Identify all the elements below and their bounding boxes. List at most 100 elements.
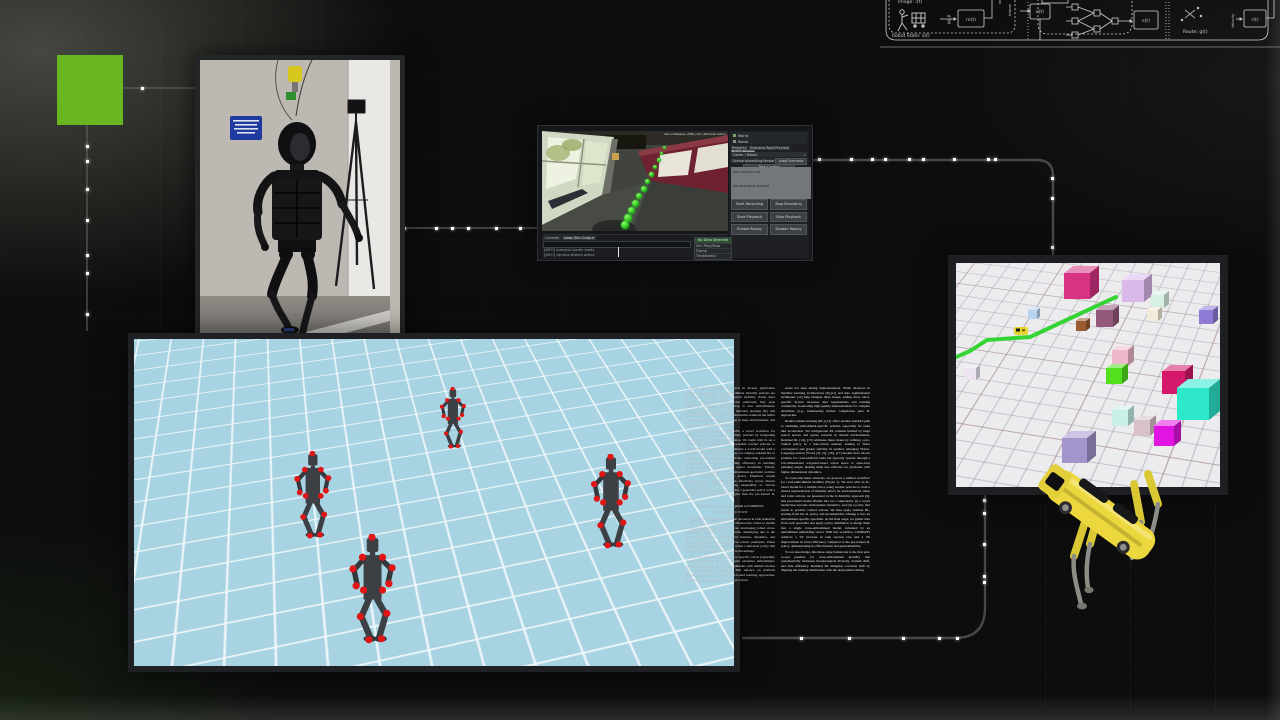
robot-state-label: Robot State: s(t) xyxy=(892,33,930,39)
path-sphere xyxy=(628,207,635,214)
wire-node xyxy=(848,637,851,640)
path-sphere xyxy=(636,193,642,199)
stop-recording-button[interactable]: Stop Recording xyxy=(770,199,807,210)
path-sphere xyxy=(657,158,661,162)
wire-node xyxy=(435,227,438,230)
humanoid-sim-panel xyxy=(128,333,740,672)
action-buttons: Start Recording Stop Recording Start Pla… xyxy=(731,199,807,235)
obstacle-cube xyxy=(1134,420,1150,436)
paper-paragraph: To our knowledge, this three-stage frame… xyxy=(781,550,870,573)
obstacle-cube xyxy=(964,368,976,380)
console-bar: ConsoleIsaac Sim Output [INFO] scenario … xyxy=(542,234,728,259)
wire-node xyxy=(1051,197,1054,200)
wire-node xyxy=(983,499,986,502)
paper-paragraph: Robotics has witnessed significant advan… xyxy=(686,517,775,554)
path-sphere xyxy=(641,186,647,192)
stop-playback-button[interactable]: Stop Playback xyxy=(770,212,807,223)
camera-viewport: Record/Replay AMR_cam (Portrait) active xyxy=(542,131,728,231)
status-line: No recording started xyxy=(733,184,809,188)
wire-node xyxy=(818,158,821,161)
mocap-humanoid xyxy=(286,451,339,539)
console-tab[interactable]: Console xyxy=(543,236,561,240)
paper-section-heading: I. INTRODUCTION xyxy=(686,510,775,515)
enable-replay-button[interactable]: Enable Replay xyxy=(731,224,768,235)
log-line: [INFO] scenario loader ready xyxy=(544,248,594,252)
s-box-label: s(t) xyxy=(1142,18,1150,24)
paper-paragraph: states not seen during demonstrations. W… xyxy=(781,386,870,418)
wire-node xyxy=(953,158,956,161)
wire-node xyxy=(1051,246,1054,249)
obstacle-cube xyxy=(1122,280,1144,302)
status-line: No scenario set xyxy=(733,170,809,174)
obstacle-cube xyxy=(1076,321,1086,331)
tree-item-world[interactable]: World xyxy=(733,133,805,138)
wire-node xyxy=(987,158,990,161)
mocap-humanoid xyxy=(339,534,405,644)
path-sphere xyxy=(632,200,639,207)
wire-node xyxy=(938,637,941,640)
wire-node xyxy=(956,637,959,640)
token-label: tokens xyxy=(1008,4,1012,16)
obstacle-cube xyxy=(1028,310,1037,319)
wire-node xyxy=(495,227,498,230)
paper-paragraph: To overcome these obstacles, we propose … xyxy=(781,476,870,549)
prim-icon xyxy=(733,140,736,143)
wire-node xyxy=(800,637,803,640)
wire-node xyxy=(519,227,522,230)
wire-node xyxy=(86,145,89,148)
hero-composite: Image: i(t) Robot State: s(t) MLP m(t) t… xyxy=(0,0,1280,720)
path-sphere xyxy=(649,172,654,177)
disable-replay-button[interactable]: Disable Replay xyxy=(770,224,807,235)
log-line: [INFO] camera stream active xyxy=(544,253,595,257)
sim-app-window: Record/Replay AMR_cam (Portrait) active … xyxy=(537,125,813,261)
wire-node xyxy=(850,158,853,161)
obstacle-cube xyxy=(1096,310,1113,327)
console-input[interactable] xyxy=(543,241,691,248)
obstacle-cube xyxy=(1106,368,1122,384)
wire-node xyxy=(983,581,986,584)
quadruped-robot xyxy=(1028,446,1178,616)
obstacle-cube xyxy=(1199,310,1213,324)
wire-node xyxy=(86,219,89,222)
paper-paragraph: robots are increasingly deployed in dive… xyxy=(686,386,775,427)
perspective-grid-floor xyxy=(128,333,740,672)
wire-node xyxy=(86,160,89,163)
paper-paragraph: Reinforcement learning (RL) [13] offers … xyxy=(781,419,870,474)
image-label: Image: i(t) xyxy=(898,0,922,5)
path-sphere xyxy=(663,146,666,149)
prim-icon xyxy=(733,134,736,137)
path-sphere xyxy=(645,179,650,184)
wire-node xyxy=(994,158,997,161)
paper-column-left: robots are increasingly deployed in dive… xyxy=(686,386,775,620)
route-label: Route: g(t) xyxy=(1183,29,1208,35)
start-recording-button[interactable]: Start Recording xyxy=(731,199,768,210)
paper-paragraph: Classical mobility stacks excel on speci… xyxy=(686,555,775,582)
chevron-down-icon: ▾ xyxy=(804,153,806,157)
mocap-humanoid xyxy=(434,387,471,449)
person-cart-icon xyxy=(898,10,925,31)
status-box: No scenario set No recording started xyxy=(731,167,811,199)
camera-overlay-label: Record/Replay AMR_cam (Portrait) active xyxy=(664,132,726,136)
paper-paragraph: This paper introduces COMPASS, a novel w… xyxy=(686,429,775,502)
velocity-label: Velocity xyxy=(1231,13,1235,28)
control-panel: World Robot PropertyScenario Root Previe… xyxy=(729,131,809,258)
mocap-humanoid xyxy=(582,454,639,549)
obstacle-cube xyxy=(1112,410,1128,426)
robot-dropdown[interactable]: Carter / Robot▾ xyxy=(731,152,807,157)
wire-node xyxy=(983,512,986,515)
wire-node xyxy=(86,188,89,191)
wire-node xyxy=(86,313,89,316)
start-playback-button[interactable]: Start Playback xyxy=(731,212,768,223)
compass-icon xyxy=(1181,7,1202,21)
wire-node xyxy=(884,158,887,161)
r-box-label: r(t) xyxy=(1251,17,1258,23)
stage-tree: World Robot xyxy=(731,132,807,144)
wire-node xyxy=(902,637,905,640)
table-header: No Data Selected xyxy=(695,238,731,243)
tree-item-robot[interactable]: Robot xyxy=(733,139,805,144)
wire-node xyxy=(922,158,925,161)
pulley-hook xyxy=(288,66,302,82)
wire-node xyxy=(871,158,874,161)
output-tab[interactable]: Isaac Sim Output xyxy=(562,236,596,240)
obstacle-cube xyxy=(1064,273,1090,299)
